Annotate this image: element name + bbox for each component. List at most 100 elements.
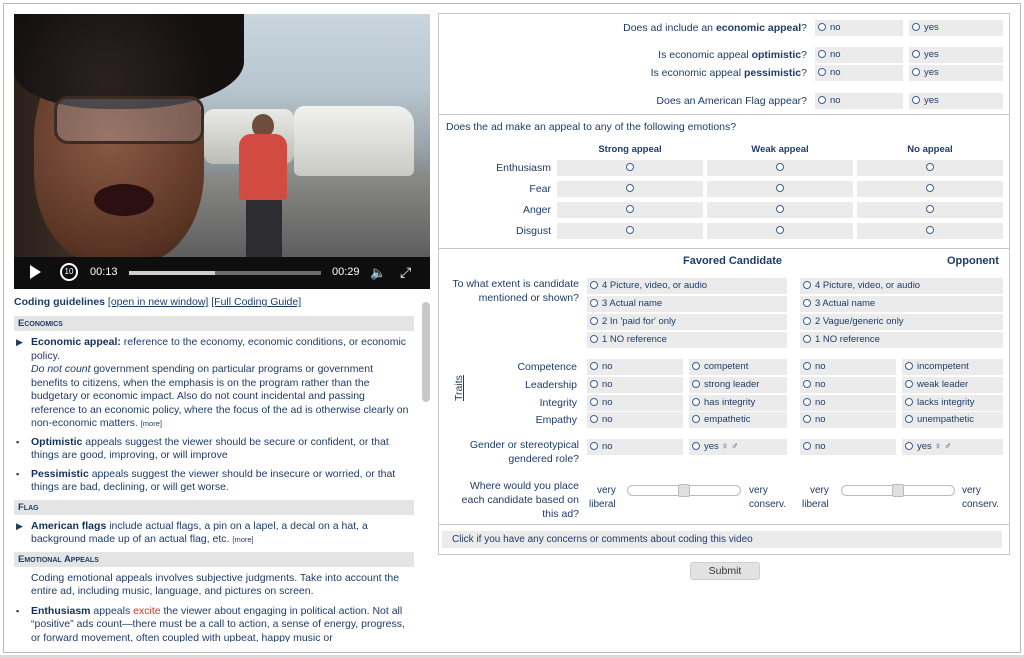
fullscreen-icon[interactable]: ⤢: [400, 264, 411, 281]
radio-icon[interactable]: [803, 442, 811, 450]
radio-icon[interactable]: [912, 50, 920, 58]
fav-empathy-yes[interactable]: empathetic: [689, 412, 787, 428]
fav-integrity-yes[interactable]: has integrity: [689, 395, 787, 411]
radio-icon[interactable]: [692, 362, 700, 370]
fav-integrity-no[interactable]: no: [587, 395, 683, 411]
fear-strong[interactable]: [557, 181, 703, 197]
opp-leadership-no[interactable]: no: [800, 377, 896, 393]
radio-icon[interactable]: [926, 163, 934, 171]
radio-icon[interactable]: [818, 68, 826, 76]
radio-icon[interactable]: [626, 163, 634, 171]
radio-icon[interactable]: [803, 415, 811, 423]
video-frame[interactable]: [14, 14, 430, 264]
radio-icon[interactable]: [905, 380, 913, 388]
radio-icon[interactable]: [905, 442, 913, 450]
radio-icon[interactable]: [692, 380, 700, 388]
radio-icon[interactable]: [926, 184, 934, 192]
radio-icon[interactable]: [818, 50, 826, 58]
flag-no[interactable]: no: [815, 93, 903, 109]
progress-bar[interactable]: [129, 271, 321, 275]
radio-icon[interactable]: [912, 96, 920, 104]
slider-thumb[interactable]: [892, 484, 904, 497]
radio-icon[interactable]: [912, 23, 920, 31]
radio-icon[interactable]: [590, 281, 598, 289]
disgust-weak[interactable]: [707, 223, 853, 239]
opp-integrity-yes[interactable]: lacks integrity: [902, 395, 1003, 411]
opp-mention-4[interactable]: 4 Picture, video, or audio: [800, 278, 1003, 294]
fear-weak[interactable]: [707, 181, 853, 197]
opp-competence-no[interactable]: no: [800, 359, 896, 375]
radio-icon[interactable]: [626, 205, 634, 213]
fav-ideology-slider[interactable]: [627, 484, 741, 497]
fav-leadership-no[interactable]: no: [587, 377, 683, 393]
opp-mention-3[interactable]: 3 Actual name: [800, 296, 1003, 312]
fear-none[interactable]: [857, 181, 1003, 197]
radio-icon[interactable]: [590, 415, 598, 423]
anger-strong[interactable]: [557, 202, 703, 218]
radio-icon[interactable]: [905, 362, 913, 370]
radio-icon[interactable]: [692, 415, 700, 423]
flag-yes[interactable]: yes: [909, 93, 1003, 109]
econ-pessimistic-yes[interactable]: yes: [909, 65, 1003, 81]
anger-none[interactable]: [857, 202, 1003, 218]
radio-icon[interactable]: [626, 226, 634, 234]
radio-icon[interactable]: [818, 96, 826, 104]
disgust-none[interactable]: [857, 223, 1003, 239]
radio-icon[interactable]: [905, 398, 913, 406]
econ-appeal-yes[interactable]: yes: [909, 20, 1003, 36]
full-coding-guide-link[interactable]: [Full Coding Guide]: [211, 296, 301, 308]
more-link[interactable]: [more]: [232, 535, 253, 544]
concerns-link[interactable]: Click if you have any concerns or commen…: [442, 531, 1002, 548]
enthusiasm-none[interactable]: [857, 160, 1003, 176]
radio-icon[interactable]: [905, 415, 913, 423]
econ-optimistic-no[interactable]: no: [815, 47, 903, 63]
rewind-10-icon[interactable]: 10: [60, 263, 78, 281]
guidelines-scrollbar[interactable]: [422, 302, 430, 402]
radio-icon[interactable]: [776, 184, 784, 192]
opp-integrity-no[interactable]: no: [800, 395, 896, 411]
submit-button[interactable]: Submit: [690, 562, 760, 580]
opp-empathy-yes[interactable]: unempathetic: [902, 412, 1003, 428]
radio-icon[interactable]: [590, 380, 598, 388]
guideline-flag[interactable]: ▶ American flags include actual flags, a…: [14, 520, 412, 547]
radio-icon[interactable]: [692, 442, 700, 450]
econ-appeal-no[interactable]: no: [815, 20, 903, 36]
more-link[interactable]: [more]: [141, 419, 162, 428]
radio-icon[interactable]: [818, 23, 826, 31]
radio-icon[interactable]: [926, 205, 934, 213]
opp-leadership-yes[interactable]: weak leader: [902, 377, 1003, 393]
expand-triangle-icon[interactable]: ▶: [16, 336, 23, 350]
radio-icon[interactable]: [803, 299, 811, 307]
radio-icon[interactable]: [590, 335, 598, 343]
enthusiasm-strong[interactable]: [557, 160, 703, 176]
radio-icon[interactable]: [803, 317, 811, 325]
radio-icon[interactable]: [776, 163, 784, 171]
fav-gender-no[interactable]: no: [587, 439, 683, 455]
slider-thumb[interactable]: [678, 484, 690, 497]
fav-competence-no[interactable]: no: [587, 359, 683, 375]
radio-icon[interactable]: [626, 184, 634, 192]
opp-gender-yes[interactable]: yes ♀ ♂: [902, 439, 1003, 455]
opp-competence-yes[interactable]: incompetent: [902, 359, 1003, 375]
volume-icon[interactable]: 🔈: [370, 265, 386, 281]
radio-icon[interactable]: [803, 335, 811, 343]
opp-mention-2[interactable]: 2 Vague/generic only: [800, 314, 1003, 330]
fav-mention-1[interactable]: 1 NO reference: [587, 332, 787, 348]
enthusiasm-weak[interactable]: [707, 160, 853, 176]
radio-icon[interactable]: [590, 317, 598, 325]
radio-icon[interactable]: [590, 442, 598, 450]
radio-icon[interactable]: [776, 226, 784, 234]
econ-optimistic-yes[interactable]: yes: [909, 47, 1003, 63]
econ-pessimistic-no[interactable]: no: [815, 65, 903, 81]
fav-gender-yes[interactable]: yes ♀ ♂: [689, 439, 787, 455]
radio-icon[interactable]: [926, 226, 934, 234]
open-new-window-link[interactable]: [open in new window]: [108, 296, 208, 308]
radio-icon[interactable]: [776, 205, 784, 213]
radio-icon[interactable]: [803, 281, 811, 289]
radio-icon[interactable]: [803, 398, 811, 406]
opp-ideology-slider[interactable]: [841, 484, 955, 497]
anger-weak[interactable]: [707, 202, 853, 218]
disgust-strong[interactable]: [557, 223, 703, 239]
guideline-economic-appeal[interactable]: ▶ Economic appeal: reference to the econ…: [14, 336, 412, 431]
opp-empathy-no[interactable]: no: [800, 412, 896, 428]
